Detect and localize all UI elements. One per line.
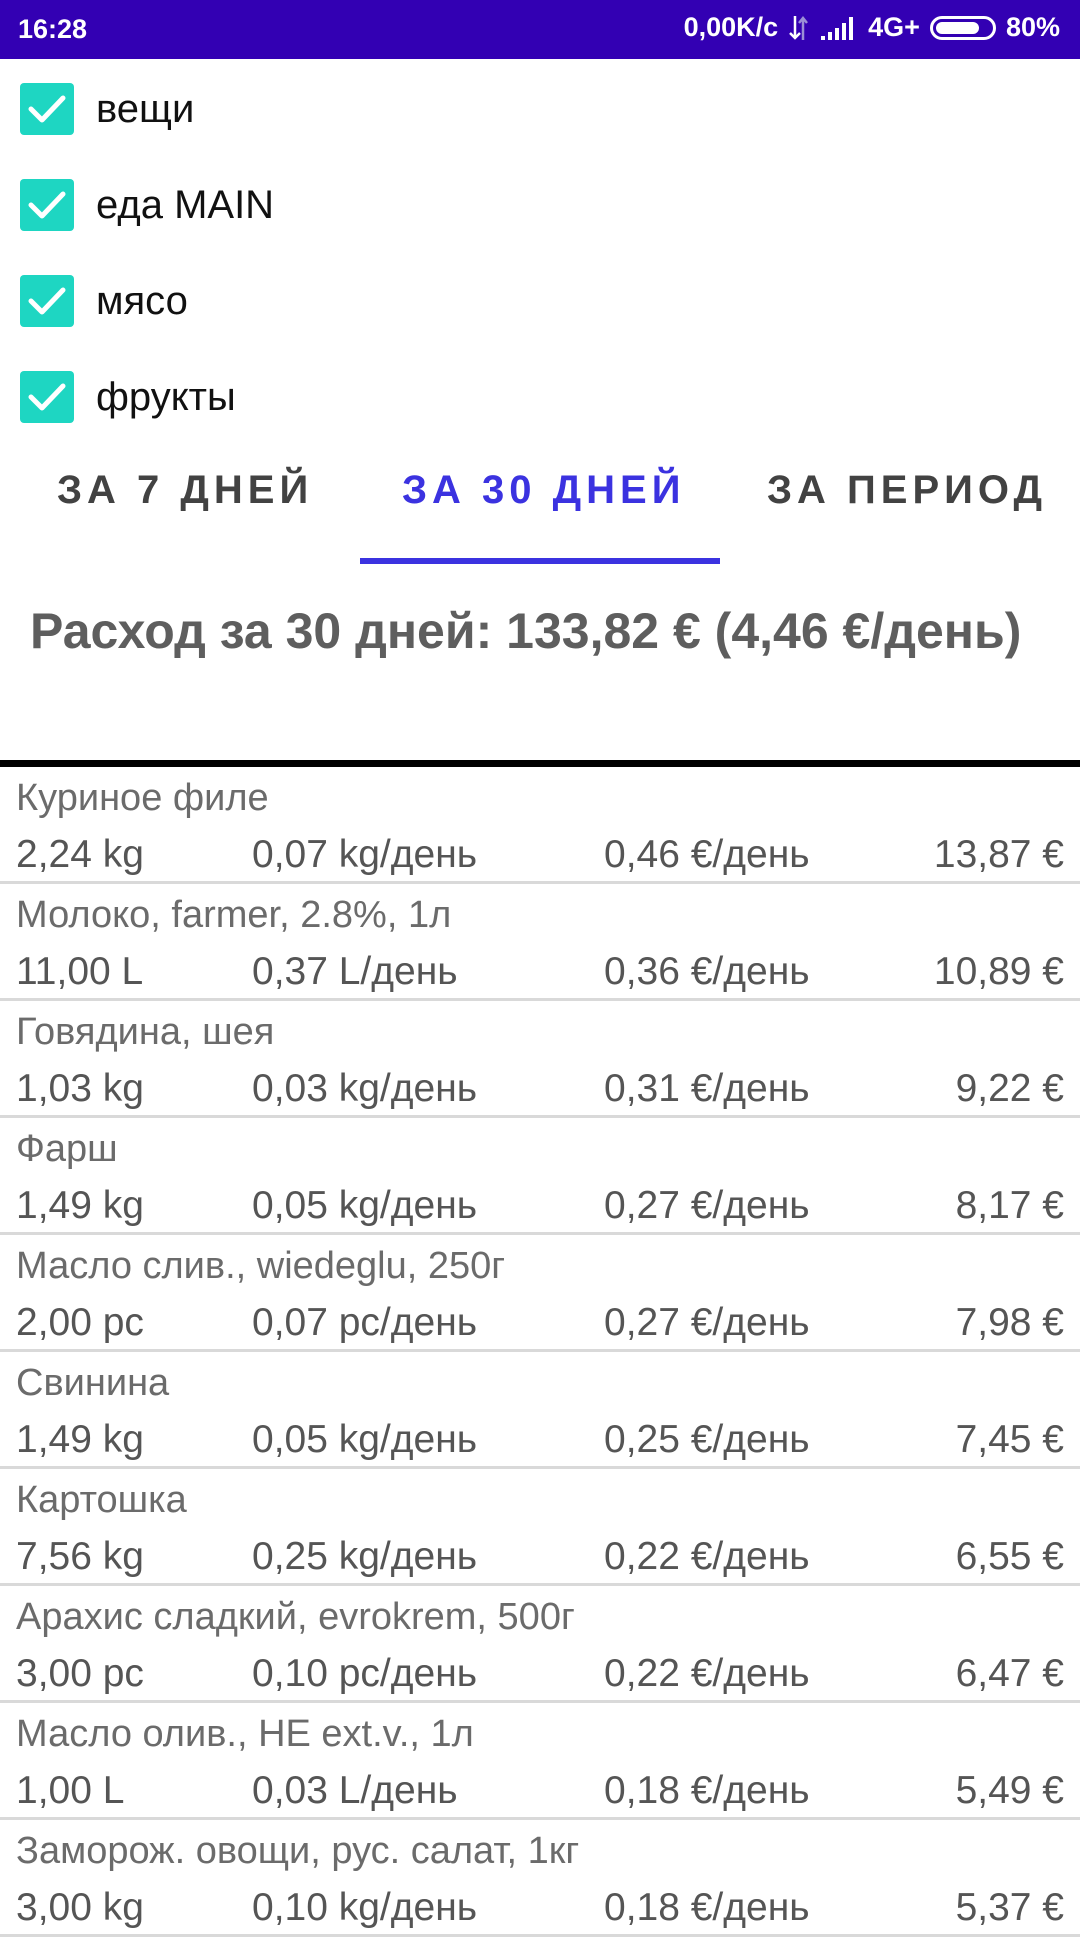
- item-total: 6,47 €: [955, 1652, 1064, 1695]
- list-item[interactable]: Арахис сладкий, evrokrem, 500г 3,00 pc 0…: [0, 1586, 1080, 1703]
- list-item[interactable]: Свинина 1,49 kg 0,05 kg/день 0,25 €/день…: [0, 1352, 1080, 1469]
- list-item[interactable]: Картошка 7,56 kg 0,25 kg/день 0,22 €/ден…: [0, 1469, 1080, 1586]
- active-tab-indicator: [360, 558, 720, 564]
- item-daily-quantity: 0,05 kg/день: [252, 1418, 478, 1461]
- checkbox-label: мясо: [96, 278, 188, 323]
- item-quantity: 2,24 kg: [16, 833, 144, 876]
- item-list[interactable]: Куриное филе 2,24 kg 0,07 kg/день 0,46 €…: [0, 767, 1080, 1937]
- category-checkbox-veshchi[interactable]: вещи: [20, 81, 194, 137]
- battery-percent: 80%: [1005, 12, 1060, 42]
- item-name: Заморож. овощи, рус. салат, 1кг: [16, 1830, 580, 1872]
- category-checkbox-myaso[interactable]: мясо: [20, 273, 188, 329]
- tab-7-days[interactable]: ЗА 7 ДНЕЙ: [57, 468, 313, 513]
- item-daily-cost: 0,27 €/день: [604, 1301, 810, 1344]
- item-daily-cost: 0,25 €/день: [604, 1418, 810, 1461]
- checkbox-checked-icon[interactable]: [20, 371, 74, 423]
- item-daily-cost: 0,22 €/день: [604, 1652, 810, 1695]
- battery-level: [935, 21, 980, 34]
- item-quantity: 3,00 kg: [16, 1886, 144, 1929]
- data-transfer-icon: [788, 14, 810, 42]
- item-name: Фарш: [16, 1128, 118, 1170]
- signal-icon: [820, 15, 858, 41]
- tab-period[interactable]: ЗА ПЕРИОД: [767, 468, 1047, 513]
- status-time: 16:28: [18, 14, 88, 44]
- item-quantity: 11,00 L: [16, 950, 144, 993]
- list-item[interactable]: Масло олив., HE ext.v., 1л 1,00 L 0,03 L…: [0, 1703, 1080, 1820]
- item-total: 5,37 €: [955, 1886, 1064, 1929]
- item-name: Арахис сладкий, evrokrem, 500г: [16, 1596, 575, 1638]
- item-quantity: 7,56 kg: [16, 1535, 144, 1578]
- item-quantity: 1,49 kg: [16, 1184, 144, 1227]
- item-name: Масло олив., HE ext.v., 1л: [16, 1713, 474, 1755]
- checkbox-label: фрукты: [96, 374, 236, 419]
- item-total: 9,22 €: [955, 1067, 1064, 1110]
- list-item[interactable]: Куриное филе 2,24 kg 0,07 kg/день 0,46 €…: [0, 767, 1080, 884]
- item-total: 6,55 €: [955, 1535, 1064, 1578]
- item-daily-cost: 0,27 €/день: [604, 1184, 810, 1227]
- item-total: 7,98 €: [955, 1301, 1064, 1344]
- item-daily-cost: 0,36 €/день: [604, 950, 810, 993]
- item-quantity: 1,03 kg: [16, 1067, 144, 1110]
- item-daily-quantity: 0,07 kg/день: [252, 833, 478, 876]
- list-item[interactable]: Говядина, шея 1,03 kg 0,03 kg/день 0,31 …: [0, 1001, 1080, 1118]
- item-daily-cost: 0,18 €/день: [604, 1886, 810, 1929]
- item-total: 5,49 €: [955, 1769, 1064, 1812]
- status-icons: 0,00K/с 4G+ 80%: [684, 12, 1060, 43]
- item-daily-cost: 0,18 €/день: [604, 1769, 810, 1812]
- item-name: Масло слив., wiedeglu, 250г: [16, 1245, 506, 1287]
- item-daily-quantity: 0,03 L/день: [252, 1769, 458, 1812]
- item-name: Картошка: [16, 1479, 187, 1521]
- list-item[interactable]: Заморож. овощи, рус. салат, 1кг 3,00 kg …: [0, 1820, 1080, 1937]
- item-daily-quantity: 0,37 L/день: [252, 950, 458, 993]
- item-daily-cost: 0,22 €/день: [604, 1535, 810, 1578]
- item-quantity: 2,00 pc: [16, 1301, 144, 1344]
- checkbox-label: вещи: [96, 86, 195, 131]
- item-name: Свинина: [16, 1362, 170, 1404]
- battery-icon: [929, 15, 996, 40]
- checkbox-checked-icon[interactable]: [20, 179, 74, 231]
- item-quantity: 3,00 pc: [16, 1652, 144, 1695]
- list-item[interactable]: Фарш 1,49 kg 0,05 kg/день 0,27 €/день 8,…: [0, 1118, 1080, 1235]
- item-total: 10,89 €: [933, 950, 1064, 993]
- network-type: 4G+: [868, 12, 920, 42]
- list-item[interactable]: Молоко, farmer, 2.8%, 1л 11,00 L 0,37 L/…: [0, 884, 1080, 1001]
- item-quantity: 1,00 L: [16, 1769, 125, 1812]
- item-daily-quantity: 0,03 kg/день: [252, 1067, 478, 1110]
- item-total: 8,17 €: [955, 1184, 1064, 1227]
- checkbox-checked-icon[interactable]: [20, 83, 74, 135]
- item-name: Молоко, farmer, 2.8%, 1л: [16, 894, 452, 936]
- item-daily-quantity: 0,05 kg/день: [252, 1184, 478, 1227]
- item-total: 7,45 €: [955, 1418, 1064, 1461]
- item-quantity: 1,49 kg: [16, 1418, 144, 1461]
- item-total: 13,87 €: [933, 833, 1064, 876]
- item-daily-cost: 0,31 €/день: [604, 1067, 810, 1110]
- list-item[interactable]: Масло слив., wiedeglu, 250г 2,00 pc 0,07…: [0, 1235, 1080, 1352]
- category-checkbox-eda-main[interactable]: еда MAIN: [20, 177, 274, 233]
- item-daily-quantity: 0,10 pc/день: [252, 1652, 478, 1695]
- checkbox-checked-icon[interactable]: [20, 275, 74, 327]
- status-bar: 16:28 0,00K/с 4G+ 80%: [0, 0, 1080, 59]
- net-speed: 0,00K/с: [683, 12, 779, 42]
- divider: [0, 760, 1080, 767]
- item-daily-quantity: 0,10 kg/день: [252, 1886, 478, 1929]
- item-name: Говядина, шея: [16, 1011, 275, 1053]
- tab-30-days[interactable]: ЗА 30 ДНЕЙ: [402, 468, 685, 513]
- expense-summary: Расход за 30 дней: 133,82 € (4,46 €/день…: [30, 603, 1022, 659]
- category-checkbox-frukty[interactable]: фрукты: [20, 369, 236, 425]
- checkbox-label: еда MAIN: [96, 182, 275, 227]
- item-daily-cost: 0,46 €/день: [604, 833, 810, 876]
- item-daily-quantity: 0,25 kg/день: [252, 1535, 478, 1578]
- item-name: Куриное филе: [16, 777, 269, 819]
- item-daily-quantity: 0,07 pc/день: [252, 1301, 478, 1344]
